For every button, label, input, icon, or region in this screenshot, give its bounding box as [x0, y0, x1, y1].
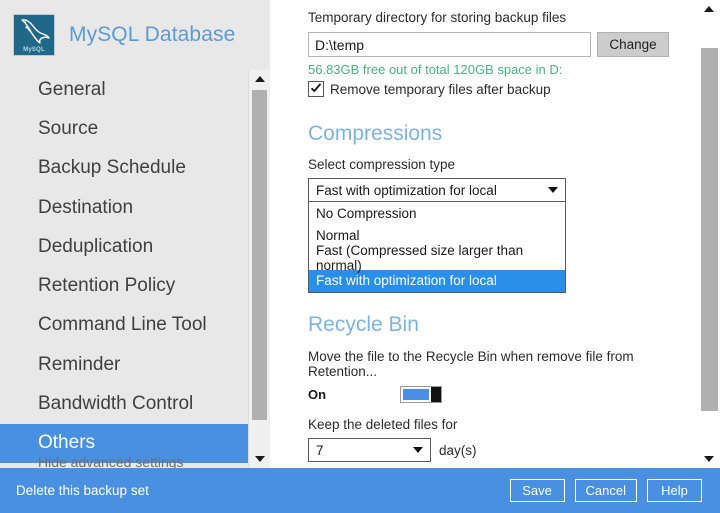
caret-up-glyph [704, 6, 714, 12]
hide-advanced-settings-link[interactable]: Hide advanced settings [0, 454, 248, 468]
temp-directory-input[interactable] [308, 32, 591, 57]
sidebar-item-label: Deduplication [38, 236, 153, 258]
bottom-action-bar: Delete this backup set Save Cancel Help [0, 468, 720, 513]
chevron-down-icon [413, 447, 423, 453]
sidebar-item-label: Bandwidth Control [38, 393, 193, 415]
settings-window: MySQL MySQL Database General Source Back… [0, 0, 720, 513]
settings-content: Temporary directory for storing backup f… [308, 0, 698, 468]
content-scroll-thumb[interactable] [701, 48, 718, 411]
chevron-down-icon[interactable] [249, 450, 270, 468]
chevron-up-icon[interactable] [698, 0, 720, 18]
dropdown-option-no-compression[interactable]: No Compression [309, 202, 565, 225]
compression-type-select[interactable]: Fast with optimization for local [308, 178, 566, 202]
keep-days-select[interactable]: 7 [308, 438, 431, 462]
temp-directory-label: Temporary directory for storing backup f… [308, 10, 698, 25]
dropdown-option-fast[interactable]: Fast (Compressed size larger than normal… [309, 247, 565, 270]
sidebar-item-source[interactable]: Source [0, 109, 248, 148]
sidebar-item-label: Others [38, 432, 95, 454]
compressions-heading: Compressions [308, 122, 698, 146]
compression-type-label: Select compression type [308, 157, 698, 172]
sidebar-item-label: Retention Policy [38, 275, 175, 297]
recycle-bin-toggle-row: On [308, 386, 698, 403]
free-space-text: 56.83GB free out of total 120GB space in… [308, 62, 698, 77]
action-button-group: Save Cancel Help [510, 479, 702, 502]
dropdown-option-label: Fast with optimization for local [316, 273, 497, 288]
sidebar-item-retention-policy[interactable]: Retention Policy [0, 266, 248, 305]
dropdown-option-label: No Compression [316, 206, 417, 221]
caret-down-glyph [255, 456, 265, 462]
mysql-logo-word: MySQL [14, 47, 54, 53]
toggle-fill [403, 389, 429, 400]
temp-directory-row: Change [308, 32, 698, 57]
keep-deleted-files-label: Keep the deleted files for [308, 417, 698, 432]
recycle-bin-toggle[interactable] [400, 386, 442, 403]
change-directory-button[interactable]: Change [597, 32, 669, 57]
sidebar-item-command-line-tool[interactable]: Command Line Tool [0, 306, 248, 345]
sidebar-item-general[interactable]: General [0, 70, 248, 109]
caret-down-glyph [704, 456, 714, 462]
sidebar-item-label: Destination [38, 197, 133, 219]
chevron-down-icon [548, 187, 558, 193]
sidebar-item-label: Command Line Tool [38, 314, 207, 336]
recycle-bin-toggle-state: On [308, 387, 400, 402]
toggle-knob[interactable] [431, 387, 441, 402]
cancel-button[interactable]: Cancel [575, 479, 637, 502]
sidebar-nav: General Source Backup Schedule Destinati… [0, 70, 270, 468]
keep-days-unit: day(s) [439, 443, 477, 458]
sidebar-item-label: General [38, 79, 106, 101]
sidebar-item-deduplication[interactable]: Deduplication [0, 227, 248, 266]
recycle-bin-heading: Recycle Bin [308, 313, 698, 337]
caret-up-glyph [255, 76, 265, 82]
remove-temp-files-label: Remove temporary files after backup [330, 82, 551, 97]
sidebar-scroll-thumb[interactable] [252, 90, 267, 420]
brand-header: MySQL MySQL Database [0, 0, 270, 70]
chevron-down-icon[interactable] [698, 450, 720, 468]
save-button[interactable]: Save [510, 479, 565, 502]
settings-panel: Temporary directory for storing backup f… [270, 0, 720, 468]
sidebar-item-reminder[interactable]: Reminder [0, 345, 248, 384]
compression-type-dropdown-list[interactable]: No Compression Normal Fast (Compressed s… [308, 202, 566, 293]
sidebar-item-backup-schedule[interactable]: Backup Schedule [0, 149, 248, 188]
dropdown-option-label: Fast (Compressed size larger than normal… [316, 243, 565, 273]
recycle-bin-description: Move the file to the Recycle Bin when re… [308, 349, 698, 379]
sidebar-item-label: Backup Schedule [38, 157, 186, 179]
content-scrollbar[interactable] [698, 0, 720, 468]
sidebar-item-label: Source [38, 118, 98, 140]
compression-type-value: Fast with optimization for local [316, 183, 497, 198]
sidebar-item-list: General Source Backup Schedule Destinati… [0, 70, 248, 468]
sidebar-item-destination[interactable]: Destination [0, 188, 248, 227]
page-title: MySQL Database [69, 23, 235, 47]
sidebar: MySQL MySQL Database General Source Back… [0, 0, 270, 468]
chevron-up-icon[interactable] [249, 70, 270, 88]
remove-temp-files-checkbox[interactable] [308, 81, 324, 97]
remove-temp-files-row[interactable]: Remove temporary files after backup [308, 81, 698, 97]
keep-days-value: 7 [316, 443, 324, 458]
sidebar-item-label: Reminder [38, 354, 120, 376]
delete-backup-set-link[interactable]: Delete this backup set [16, 483, 149, 498]
dropdown-option-label: Normal [316, 228, 360, 243]
window-body: MySQL MySQL Database General Source Back… [0, 0, 720, 468]
sidebar-scrollbar[interactable] [248, 70, 270, 468]
help-button[interactable]: Help [647, 479, 702, 502]
keep-days-row: 7 day(s) [308, 438, 698, 462]
mysql-dolphin-icon: MySQL [13, 14, 55, 56]
sidebar-item-bandwidth-control[interactable]: Bandwidth Control [0, 384, 248, 423]
